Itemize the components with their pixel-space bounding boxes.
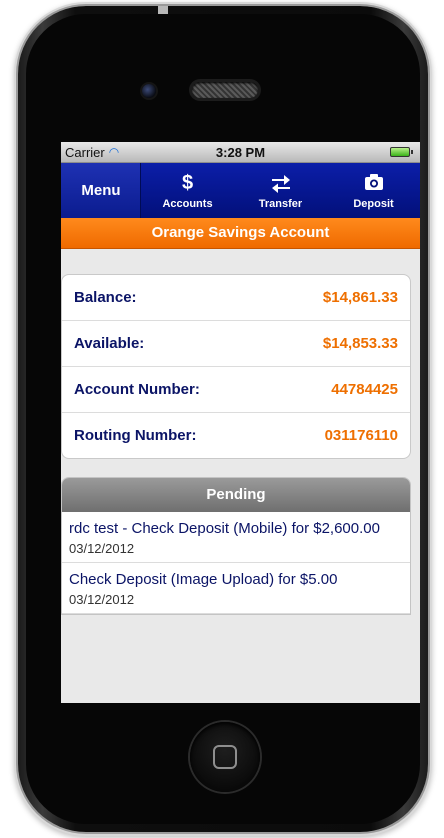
dollar-icon: $ [181, 171, 194, 194]
battery-icon [390, 147, 413, 157]
app-screen: Carrier ◠ 3:28 PM Menu $ Accounts Transf… [61, 142, 420, 703]
balance-value: $14,861.33 [322, 289, 398, 306]
account-number-label: Account Number: [74, 381, 200, 398]
nav-accounts[interactable]: $ Accounts [141, 163, 234, 218]
home-square-icon [213, 745, 237, 769]
nav-transfer[interactable]: Transfer [234, 163, 327, 218]
menu-button[interactable]: Menu [61, 163, 141, 218]
pending-date: 03/12/2012 [69, 592, 135, 607]
nav-transfer-label: Transfer [258, 197, 303, 210]
earpiece-speaker [192, 82, 258, 98]
pending-date: 03/12/2012 [69, 541, 135, 556]
pending-section: Pending rdc test - Check Deposit (Mobile… [61, 477, 411, 615]
balance-label: Balance: [74, 289, 137, 306]
nav-deposit-label: Deposit [353, 197, 394, 210]
status-time: 3:28 PM [215, 144, 266, 160]
status-bar: Carrier ◠ 3:28 PM [61, 142, 420, 163]
transfer-icon [269, 172, 293, 196]
routing-number-row: Routing Number: 031176110 [62, 413, 410, 458]
nav-accounts-label: Accounts [162, 197, 213, 210]
available-row: Available: $14,853.33 [62, 321, 410, 367]
account-number-row: Account Number: 44784425 [62, 367, 410, 413]
pending-description: rdc test - Check Deposit (Mobile) for $2… [69, 520, 380, 537]
top-nav: Menu $ Accounts Transfer Deposit [61, 163, 420, 218]
balance-row: Balance: $14,861.33 [62, 275, 410, 321]
pending-item[interactable]: rdc test - Check Deposit (Mobile) for $2… [62, 512, 410, 563]
camera-icon [363, 172, 385, 196]
routing-number-label: Routing Number: [74, 427, 197, 444]
pending-item[interactable]: Check Deposit (Image Upload) for $5.00 0… [62, 563, 410, 614]
routing-number-value: 031176110 [324, 427, 398, 444]
available-label: Available: [74, 335, 145, 352]
account-info-card: Balance: $14,861.33 Available: $14,853.3… [61, 274, 411, 459]
main-content: Balance: $14,861.33 Available: $14,853.3… [61, 249, 420, 615]
available-value: $14,853.33 [322, 335, 398, 352]
pending-header: Pending [62, 478, 410, 512]
front-camera [142, 84, 156, 98]
pending-description: Check Deposit (Image Upload) for $5.00 [69, 571, 338, 588]
nav-deposit[interactable]: Deposit [327, 163, 420, 218]
account-title: Orange Savings Account [61, 218, 420, 249]
home-button[interactable] [190, 722, 260, 792]
account-number-value: 44784425 [331, 381, 398, 398]
